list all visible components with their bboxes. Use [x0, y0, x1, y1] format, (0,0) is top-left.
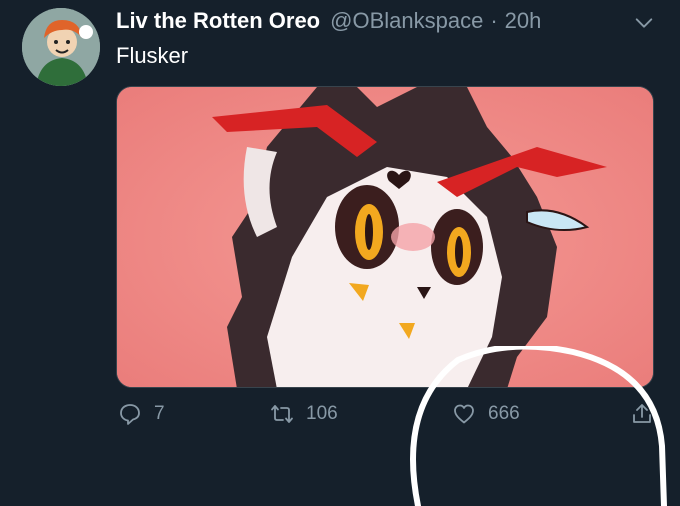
tweet-text: Flusker	[116, 43, 189, 68]
avatar-image	[22, 8, 100, 86]
chevron-down-icon[interactable]	[633, 12, 655, 34]
like-count: 666	[488, 403, 520, 424]
share-button[interactable]	[630, 402, 654, 426]
user-handle[interactable]: @OBlankspace	[330, 8, 483, 34]
retweet-count: 106	[306, 403, 338, 424]
avatar[interactable]	[22, 8, 100, 86]
tweet-action-bar: 7 106 666	[0, 398, 680, 438]
heart-icon	[454, 404, 474, 424]
display-name[interactable]: Liv the Rotten Oreo	[116, 8, 320, 34]
reply-count: 7	[154, 403, 165, 424]
retweet-button[interactable]: 106	[270, 402, 338, 426]
like-button[interactable]: 666	[452, 402, 520, 426]
timestamp[interactable]: 20h	[505, 8, 542, 34]
separator-dot: ·	[490, 8, 498, 33]
tweet-media-image[interactable]	[116, 86, 654, 388]
share-icon	[633, 404, 651, 423]
tweet-header: Liv the Rotten Oreo @OBlankspace · 20h	[116, 8, 541, 34]
reply-button[interactable]: 7	[118, 402, 165, 426]
retweet-icon	[271, 405, 293, 423]
reply-icon	[120, 404, 140, 425]
illustration	[117, 87, 653, 387]
